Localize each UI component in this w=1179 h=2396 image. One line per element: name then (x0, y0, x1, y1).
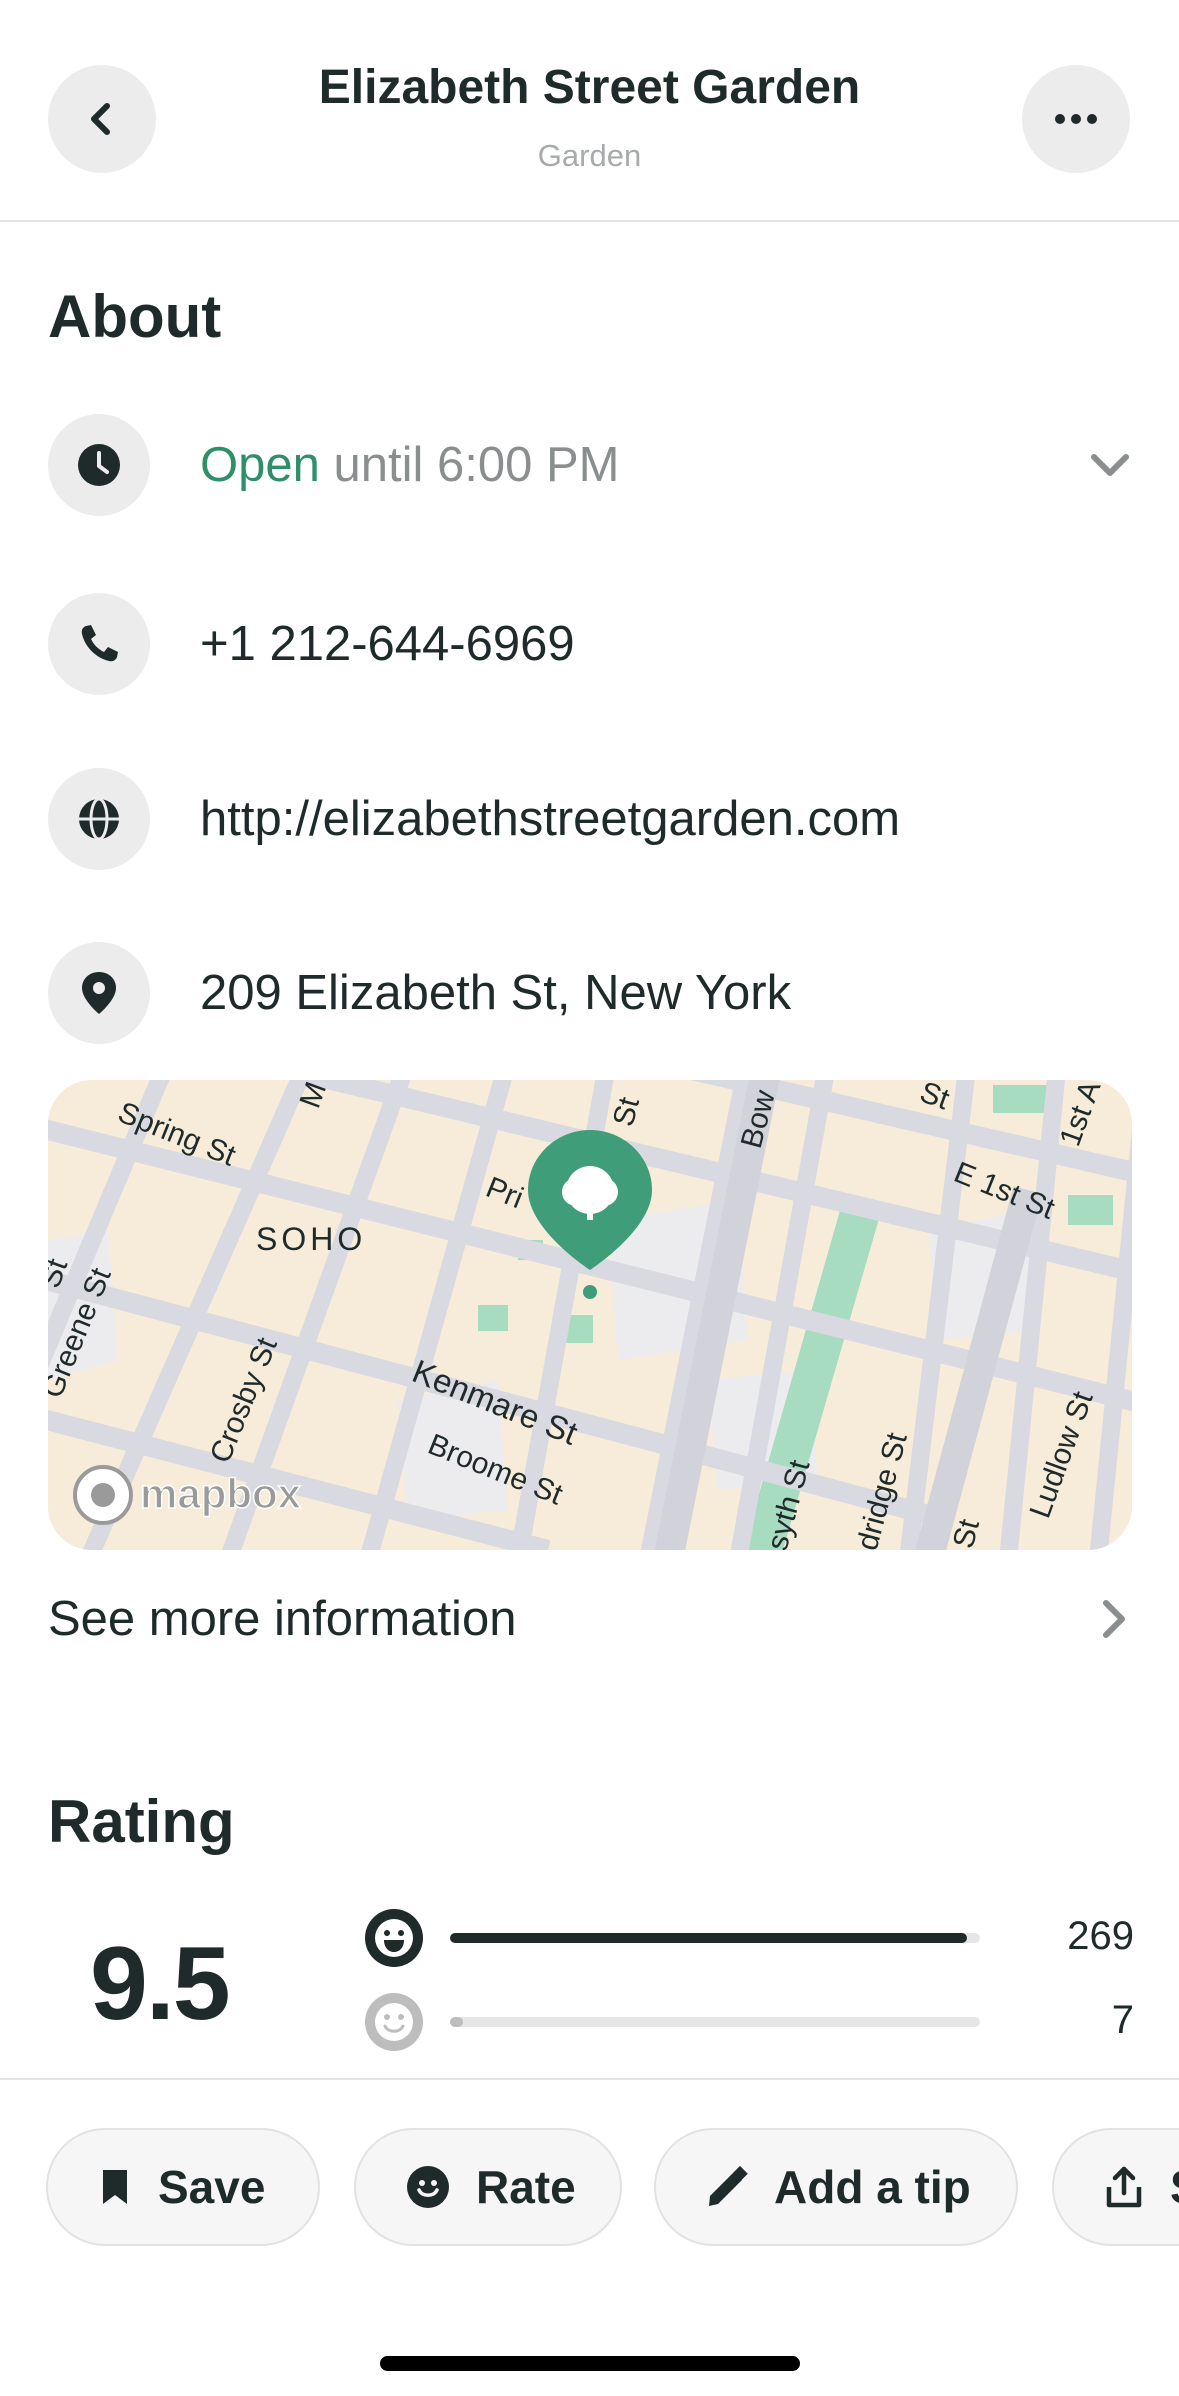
website-row[interactable]: http://elizabethstreetgarden.com (48, 768, 1132, 870)
rate-label: Rate (476, 2161, 576, 2213)
rating-count-second: 7 (1111, 1998, 1134, 2042)
phone-number: +1 212-644-6969 (200, 617, 575, 671)
smiling-face-icon (365, 1993, 423, 2051)
about-heading: About (48, 283, 222, 350)
rating-bar-top (450, 1933, 980, 1943)
website-icon-wrap (48, 768, 150, 870)
grinning-face-icon (365, 1909, 423, 1967)
chevron-down-icon[interactable] (1088, 442, 1132, 486)
share-label: Share (1170, 2160, 1179, 2214)
save-label: Save (158, 2161, 266, 2213)
hours-icon-wrap (48, 414, 150, 516)
action-bar: Save Rate Add a tip Share (0, 2078, 1179, 2396)
hours-detail: until 6:00 PM (333, 438, 620, 492)
rating-row-top: 269 (364, 1908, 1134, 1968)
phone-icon-wrap (48, 593, 150, 695)
more-dots-icon (1055, 114, 1097, 124)
add-tip-button[interactable]: Add a tip (654, 2128, 1018, 2246)
save-button[interactable]: Save (46, 2128, 320, 2246)
mapbox-attribution: mapbox (140, 1470, 302, 1517)
chevron-right-icon (1103, 1600, 1125, 1638)
hours-text: Open until 6:00 PM (200, 437, 620, 493)
hours-row[interactable]: Open until 6:00 PM (48, 414, 1132, 516)
more-button[interactable] (1022, 65, 1130, 173)
phone-icon (81, 625, 118, 662)
map-label-soho: SOHO (256, 1221, 366, 1257)
page-subtitle: Garden (537, 138, 642, 173)
rating-count-top: 269 (1067, 1914, 1134, 1958)
address-text: 209 Elizabeth St, New York (200, 966, 792, 1020)
share-icon (1106, 2166, 1142, 2208)
rating-heading: Rating (48, 1788, 235, 1855)
address-icon-wrap (48, 942, 150, 1044)
rating-bar-second (450, 2017, 980, 2027)
home-indicator[interactable] (380, 2356, 800, 2371)
location-pin-icon (82, 972, 116, 1014)
phone-row[interactable]: +1 212-644-6969 (48, 593, 1132, 695)
mapbox-logo: mapbox (73, 1465, 302, 1525)
see-more-label: See more information (48, 1592, 517, 1646)
address-row[interactable]: 209 Elizabeth St, New York (48, 942, 1132, 1044)
map-canvas: Spring St SOHO Greene St Crosby St Kenma… (48, 1080, 1132, 1550)
smile-icon (407, 2166, 449, 2208)
location-map[interactable]: Spring St SOHO Greene St Crosby St Kenma… (48, 1080, 1132, 1550)
rate-button[interactable]: Rate (354, 2128, 622, 2246)
pencil-icon (709, 2166, 748, 2206)
rating-row-second: 7 (364, 1992, 1134, 2052)
clock-icon (78, 444, 120, 486)
globe-icon (79, 797, 119, 841)
see-more-information-link[interactable]: See more information (48, 1584, 1132, 1654)
add-tip-label: Add a tip (774, 2161, 971, 2213)
rating-score: 9.5 (90, 1926, 231, 2042)
rating-bar-fill-second (450, 2017, 463, 2027)
share-button[interactable]: Share (1052, 2128, 1179, 2246)
open-status: Open (200, 438, 320, 492)
website-link[interactable]: http://elizabethstreetgarden.com (200, 791, 900, 847)
page-title: Elizabeth Street Garden (318, 61, 861, 114)
header: Elizabeth Street Garden Garden (0, 0, 1179, 222)
rating-bar-fill-top (450, 1933, 967, 1943)
bookmark-icon (103, 2170, 127, 2204)
